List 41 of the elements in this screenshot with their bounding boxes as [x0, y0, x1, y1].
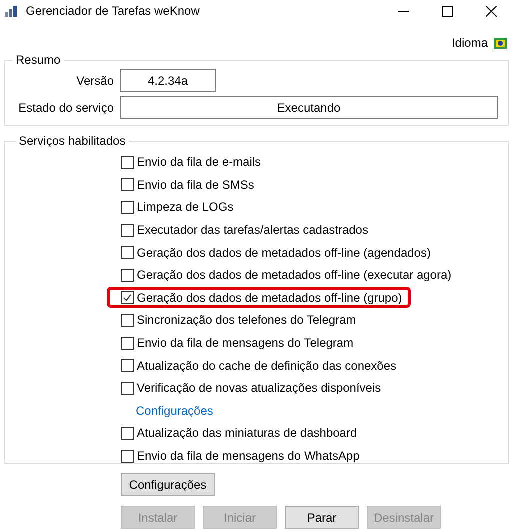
service-checkbox[interactable]: Envio da fila de e-mails	[107, 152, 270, 173]
checkbox[interactable]	[121, 359, 134, 372]
checkbox[interactable]	[121, 336, 134, 350]
service-checkbox[interactable]: Geração dos dados de metadados off-line (grupo)	[107, 287, 412, 308]
brazil-flag-icon[interactable]	[494, 38, 507, 48]
checkbox[interactable]	[121, 200, 134, 214]
service-checkbox[interactable]: Executador das tarefas/alertas cadastrados	[107, 220, 378, 241]
service-checkbox[interactable]: Geração dos dados de metadados off-line (agendados)	[107, 242, 440, 264]
checkbox[interactable]	[121, 268, 134, 282]
checkbox[interactable]	[121, 156, 134, 169]
checkbox[interactable]	[121, 450, 134, 463]
checkbox[interactable]	[121, 426, 134, 440]
service-checkbox[interactable]: Sincronização dos telefones do Telegram	[107, 310, 366, 331]
group-title: Serviços habilitados	[18, 133, 127, 150]
service-checkbox[interactable]: Envio da fila de SMSs	[107, 174, 264, 196]
field-label: Versão	[76, 72, 114, 90]
bar-chart-icon	[5, 6, 18, 16]
field-label: Estado do serviço	[18, 100, 114, 116]
readonly-field: Executando	[120, 96, 498, 119]
maximize-icon	[442, 6, 452, 16]
readonly-field: 4.2.34a	[120, 69, 216, 92]
language-label: Idioma	[452, 35, 488, 52]
service-checkbox[interactable]: Geração dos dados de metadados off-line (executar agora)	[107, 264, 461, 286]
service-checkbox[interactable]: Limpeza de LOGs	[107, 196, 243, 218]
checkbox[interactable]	[121, 314, 134, 327]
checkbox[interactable]	[121, 178, 134, 192]
service-checkbox[interactable]: Atualização das miniaturas de dashboard	[107, 422, 366, 444]
checkbox[interactable]	[121, 291, 134, 304]
service-checkbox[interactable]: Envio da fila de mensagens do WhatsApp	[107, 446, 369, 467]
settings-link[interactable]: Configurações	[136, 402, 214, 420]
service-checkbox[interactable]: Envio da fila de mensagens do Telegram	[107, 332, 363, 354]
service-checkbox[interactable]: Atualização do cache de definição das conexões	[107, 355, 406, 376]
service-checkbox[interactable]: Verificação de novas atualizações disponíveis	[107, 378, 390, 399]
checkbox[interactable]	[121, 246, 134, 260]
settings-button[interactable]: Configurações	[121, 473, 215, 496]
action-button[interactable]: Parar	[285, 506, 359, 529]
checkbox[interactable]	[121, 382, 134, 395]
window-title: Gerenciador de Tarefas weKnow	[26, 3, 200, 20]
group-title: Resumo	[15, 52, 62, 69]
checkbox[interactable]	[121, 224, 134, 237]
close-icon	[486, 6, 496, 16]
